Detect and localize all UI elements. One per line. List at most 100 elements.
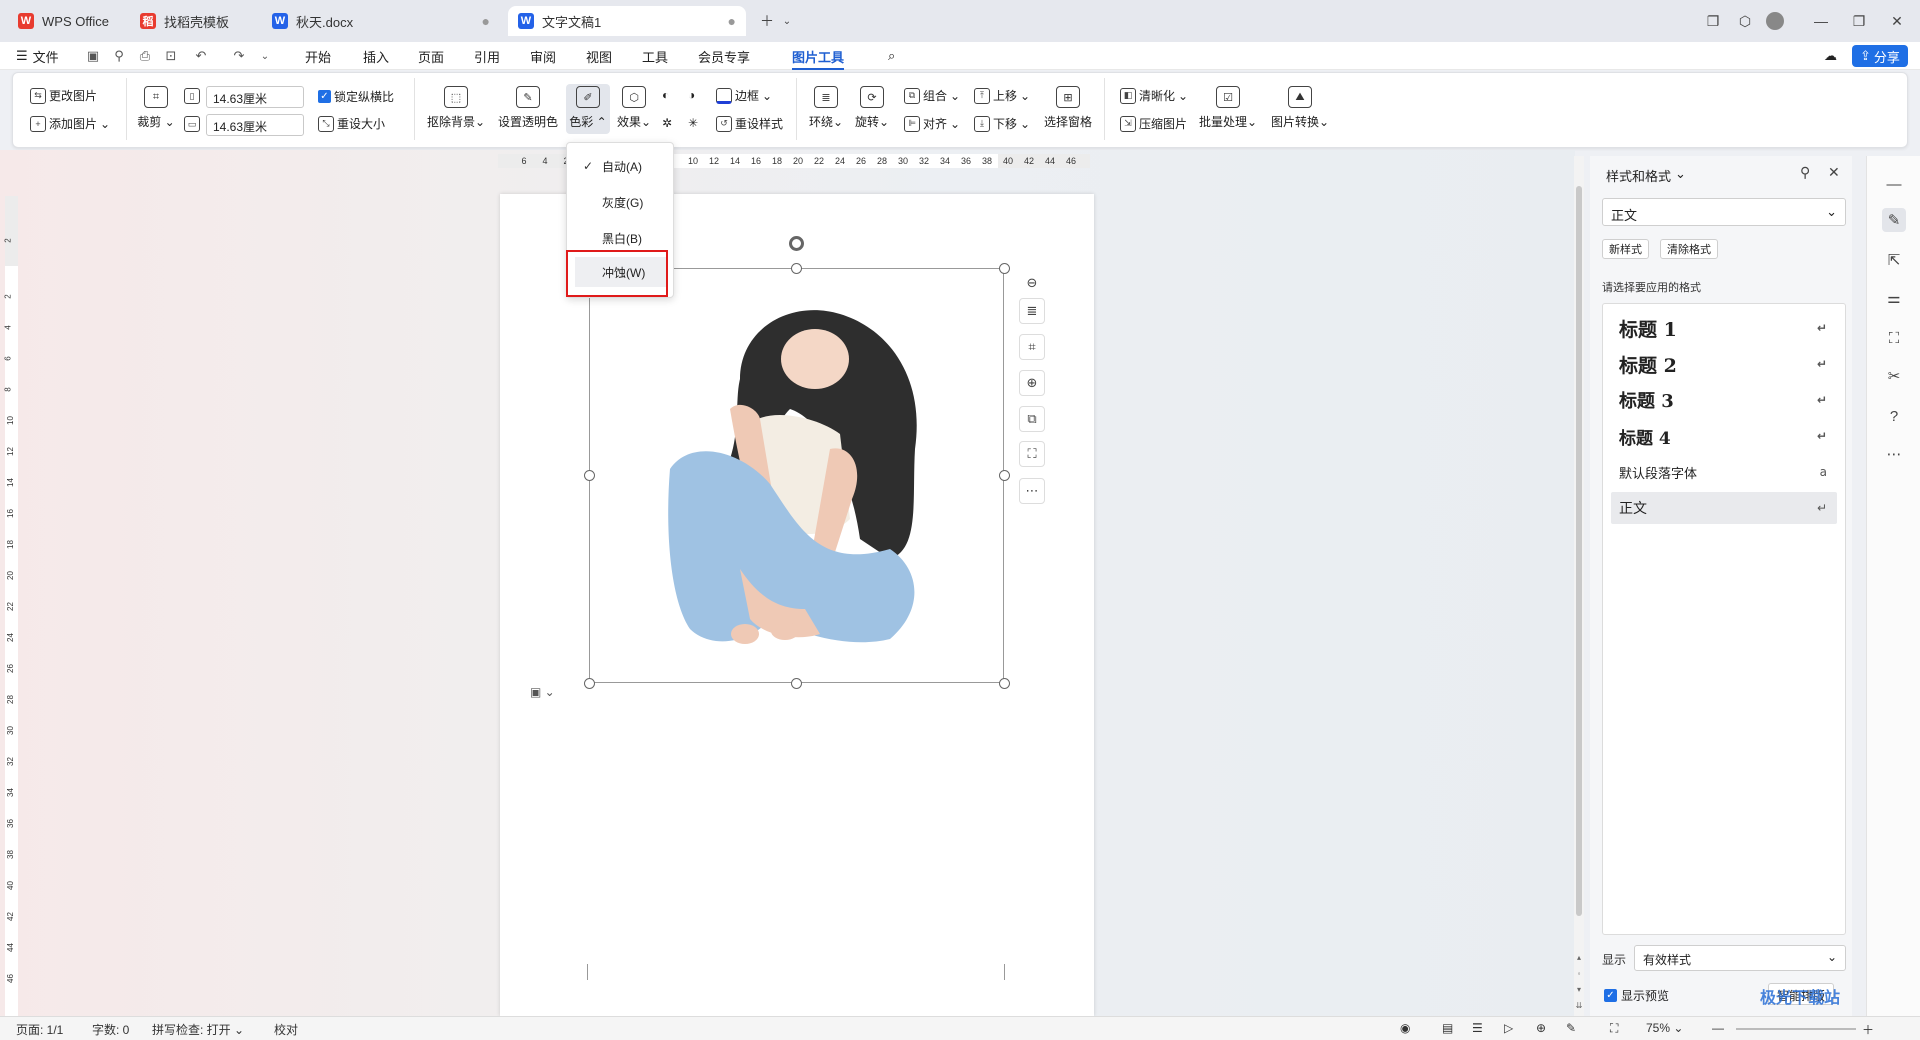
tile-windows-icon[interactable]: ❐ [1702, 10, 1724, 32]
scroll-thumb[interactable] [1576, 186, 1582, 916]
cube-icon[interactable]: ⬡ [1734, 10, 1756, 32]
layout-options-icon[interactable]: ▣ ⌄ [530, 683, 566, 701]
print-preview-icon[interactable]: ⊡ [162, 47, 180, 65]
tab-list-chevron-icon[interactable]: ⌄ [776, 10, 798, 32]
restore-icon[interactable]: ❐ [1848, 10, 1870, 32]
selection-pane-button[interactable]: ⊞ 选择窗格 [1040, 86, 1096, 130]
group-button[interactable]: ⧉ 组合 ⌄ [904, 87, 960, 104]
resize-handle[interactable] [791, 263, 802, 274]
new-style-button[interactable]: 新样式 [1602, 239, 1649, 259]
proofread-button[interactable]: 校对 [274, 1021, 298, 1038]
style-heading-4[interactable]: 标题 4 ↵ [1611, 420, 1837, 452]
resize-handle[interactable] [584, 470, 595, 481]
eye-protect-icon[interactable]: ◉ [1400, 1021, 1410, 1035]
resize-handle[interactable] [999, 678, 1010, 689]
tab-close-icon[interactable]: ● [728, 13, 736, 29]
zoom-out-icon[interactable]: — [1712, 1021, 1724, 1035]
style-heading-1[interactable]: 标题 1 ↵ [1611, 312, 1837, 344]
outline-view-icon[interactable]: ☰ [1472, 1021, 1483, 1035]
close-pane-icon[interactable]: ✕ [1828, 164, 1840, 181]
color-blackwhite-option[interactable]: 黑白(B) [575, 223, 667, 253]
menu-start[interactable]: 开始 [305, 46, 331, 66]
web-view-icon[interactable]: ⊕ [1536, 1021, 1546, 1035]
brightness-down-icon[interactable]: ✲ [662, 116, 672, 130]
spell-check-toggle[interactable]: 拼写检查: 打开 ⌄ [152, 1021, 244, 1038]
width-input[interactable]: 14.63厘米 [206, 86, 304, 108]
cloud-icon[interactable]: ☁ [1824, 46, 1837, 66]
pane-title[interactable]: 样式和格式 ⌄ [1606, 166, 1686, 185]
image-edit-icon[interactable]: ⛶ [1882, 326, 1906, 350]
zoom-slider[interactable] [1736, 1028, 1856, 1030]
align-button[interactable]: ⊫ 对齐 ⌄ [904, 115, 960, 132]
tools-icon[interactable]: ✂ [1882, 364, 1906, 388]
color-grayscale-option[interactable]: 灰度(G) [575, 187, 667, 217]
contrast-icon[interactable]: ◑ [688, 88, 695, 102]
adjust-sliders-icon[interactable]: ⚌ [1882, 286, 1906, 310]
crop-button[interactable]: ⌗ 裁剪 ⌄ [136, 86, 176, 130]
current-style-select[interactable]: 正文 ⌄ [1602, 198, 1846, 226]
style-default-paragraph-font[interactable]: 默认段落字体 a [1611, 456, 1837, 488]
sharpness-icon[interactable]: ✳ [688, 116, 698, 130]
tab-document1[interactable]: W 文字文稿1 ● [508, 6, 746, 36]
share-button[interactable]: ⇪ 分享 [1852, 45, 1908, 67]
style-body[interactable]: 正文 ↵ [1611, 492, 1837, 524]
minimize-icon[interactable]: — [1810, 10, 1832, 32]
style-heading-2[interactable]: 标题 2 ↵ [1611, 348, 1837, 380]
more-icon[interactable]: ⋯ [1882, 442, 1906, 466]
image-convert-button[interactable]: ⛰ 图片转换⌄ [1268, 86, 1332, 130]
effect-button[interactable]: ⬡ 效果⌄ [614, 86, 654, 130]
more-icon[interactable]: ⋯ [1019, 478, 1045, 504]
vertical-ruler[interactable]: 2 2 4 6 8 10 12 14 16 18 20 22 24 26 28 … [4, 196, 18, 1016]
more-chevron-icon[interactable]: ⌄ [256, 47, 274, 65]
search-icon[interactable]: ⌕ [888, 46, 895, 66]
word-count[interactable]: 字数: 0 [92, 1021, 129, 1038]
lock-ratio-checkbox[interactable]: ✓ 锁定纵横比 [318, 88, 394, 105]
page-count[interactable]: 页面: 1/1 [16, 1021, 63, 1038]
resize-handle[interactable] [999, 263, 1010, 274]
show-preview-checkbox[interactable]: ✓ 显示预览 [1604, 987, 1669, 1004]
new-tab-icon[interactable]: ＋ [756, 10, 778, 32]
resize-handle[interactable] [584, 678, 595, 689]
menu-vip[interactable]: 会员专享 [698, 46, 750, 66]
color-button[interactable]: ✐ 色彩 ⌃ [566, 84, 610, 134]
style-pen-icon[interactable]: ✎ [1882, 208, 1906, 232]
change-image-button[interactable]: ⇆ 更改图片 [30, 87, 97, 104]
sharpen-button[interactable]: ◧ 清晰化 ⌄ [1120, 87, 1188, 104]
undo-icon[interactable]: ↶ [192, 47, 210, 65]
send-backward-button[interactable]: ⤓ 下移 ⌄ [974, 115, 1030, 132]
tab-close-icon[interactable]: ● [482, 13, 490, 29]
close-window-icon[interactable]: ✕ [1886, 10, 1908, 32]
zoom-level[interactable]: 75% ⌄ [1646, 1021, 1683, 1035]
select-cursor-icon[interactable]: ⇱ [1882, 248, 1906, 272]
selected-image[interactable] [589, 268, 1004, 683]
tab-autumn-doc[interactable]: W 秋天.docx ● [262, 6, 500, 36]
play-icon[interactable]: ▷ [1504, 1021, 1513, 1035]
menu-reference[interactable]: 引用 [474, 46, 500, 66]
page-nav-icons[interactable]: ▴ ◦ ▾ ⇊ [1574, 950, 1584, 1014]
save-icon[interactable]: ▣ [84, 47, 102, 65]
add-image-button[interactable]: + 添加图片 ⌄ [30, 115, 110, 132]
pin-icon[interactable]: ⚲ [1800, 164, 1810, 181]
collapse-icon[interactable]: — [1882, 172, 1906, 196]
zoom-in-icon[interactable]: ＋ [1862, 1021, 1874, 1038]
height-input[interactable]: 14.63厘米 [206, 114, 304, 136]
zoom-in-icon[interactable]: ⊕ [1019, 370, 1045, 396]
color-auto-option[interactable]: ✓ 自动(A) [575, 151, 667, 181]
remove-background-button[interactable]: ⬚ 抠除背景⌄ [426, 86, 486, 130]
help-icon[interactable]: ? [1882, 404, 1906, 428]
menu-insert[interactable]: 插入 [363, 46, 389, 66]
tab-wps-office[interactable]: W WPS Office [8, 6, 122, 36]
resize-handle[interactable] [999, 470, 1010, 481]
crop-icon[interactable]: ⌗ [1019, 334, 1045, 360]
reset-style-button[interactable]: ↺ 重设样式 [716, 115, 783, 132]
find-icon[interactable]: ⚲ [110, 47, 128, 65]
brightness-up-icon[interactable]: ◐ [662, 88, 669, 102]
rotate-handle-icon[interactable] [789, 236, 804, 251]
resize-handle[interactable] [791, 678, 802, 689]
tab-template[interactable]: 稻 找稻壳模板 [130, 6, 258, 36]
print-icon[interactable]: ⎙ [136, 47, 154, 65]
file-menu[interactable]: ☰ 文件 [16, 46, 59, 66]
border-button[interactable]: 边框 ⌄ [716, 87, 772, 104]
batch-process-button[interactable]: ☑ 批量处理⌄ [1196, 86, 1260, 130]
copy-icon[interactable]: ⧉ [1019, 406, 1045, 432]
